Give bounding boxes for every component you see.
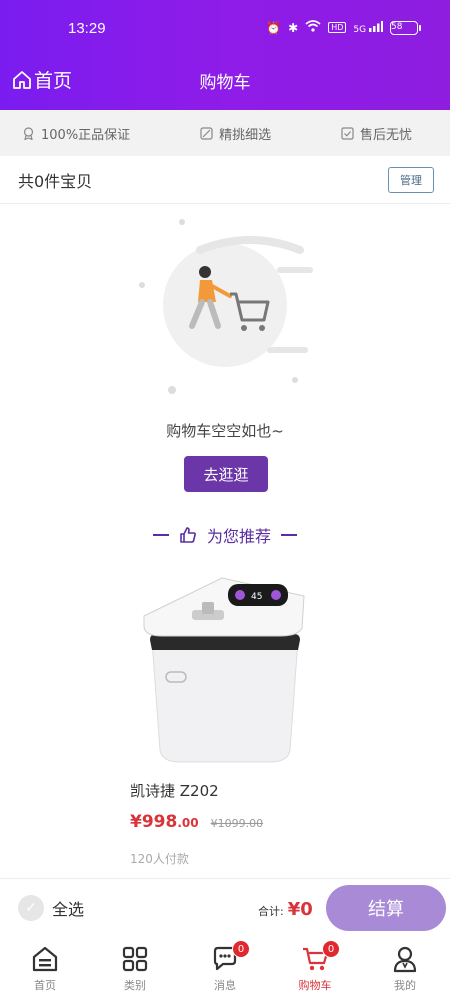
guarantee-aftersales: 售后无忧 xyxy=(341,124,412,143)
cart-count: 共0件宝贝 xyxy=(18,171,93,191)
header: 13:29 ⏰ ✱ HD 5G 58 首页 购物车 xyxy=(0,0,450,110)
price-decimal: .00 xyxy=(177,816,199,830)
tab-home[interactable]: 首页 xyxy=(0,944,90,993)
status-icons: ⏰ ✱ HD 5G 58 xyxy=(266,20,421,35)
price-currency: ¥ xyxy=(130,812,142,832)
home-icon xyxy=(30,944,60,974)
product-name[interactable]: 凯诗捷 Z202 xyxy=(130,780,219,801)
guarantee-selected: 精挑细选 xyxy=(200,124,271,143)
product-price: ¥998.00 xyxy=(130,812,199,832)
network-label: 5G xyxy=(353,24,367,35)
alarm-icon: ⏰ xyxy=(266,20,282,35)
tab-category[interactable]: 类别 xyxy=(90,944,180,993)
scissors-icon xyxy=(200,126,213,140)
total-value: ¥0 xyxy=(287,899,313,920)
svg-text:45: 45 xyxy=(251,592,262,602)
guarantee-label: 精挑细选 xyxy=(219,127,272,143)
check-circle-icon[interactable]: ✓ xyxy=(18,895,44,921)
total-summary: 合计: ¥0 xyxy=(258,899,313,920)
tab-profile[interactable]: 我的 xyxy=(360,944,450,993)
divider xyxy=(281,534,297,536)
product-price-row: ¥998.00 ¥1099.00 xyxy=(130,812,263,832)
status-bar: 13:29 ⏰ ✱ HD 5G 58 xyxy=(0,0,450,60)
guarantee-label: 100%正品保证 xyxy=(41,127,131,143)
badge-icon xyxy=(23,126,34,140)
cart-count-bar: 共0件宝贝 管理 xyxy=(0,156,450,204)
select-all-toggle[interactable]: ✓ 全选 xyxy=(18,895,84,921)
total-label: 合计: xyxy=(258,905,284,918)
tab-label: 我的 xyxy=(394,979,416,992)
divider xyxy=(152,534,169,536)
tab-label: 购物车 xyxy=(298,979,332,992)
price-integer: 998 xyxy=(141,812,178,832)
battery-level: 58 xyxy=(391,21,403,32)
tab-label: 类别 xyxy=(124,979,146,992)
grid-icon xyxy=(120,944,150,974)
bluetooth-icon: ✱ xyxy=(288,20,299,35)
guarantee-label: 售后无忧 xyxy=(359,127,412,143)
recommend-header: 为您推荐 xyxy=(0,522,450,548)
tab-cart[interactable]: 0 购物车 xyxy=(270,940,360,993)
go-shopping-button[interactable]: 去逛逛 xyxy=(184,456,268,492)
product-original-price: ¥1099.00 xyxy=(210,817,264,830)
wifi-icon xyxy=(305,20,321,35)
thumbs-up-icon xyxy=(180,527,196,543)
signal-icon: 5G xyxy=(353,20,383,35)
status-time: 13:29 xyxy=(68,20,106,37)
empty-cart-message: 购物车空空如也~ xyxy=(166,422,284,440)
tab-messages[interactable]: 0 消息 xyxy=(180,940,270,993)
tab-label: 消息 xyxy=(214,979,236,992)
hd-icon: HD xyxy=(328,22,347,33)
cart-badge: 0 xyxy=(322,940,340,958)
guarantee-authentic: 100%正品保证 xyxy=(22,124,130,143)
select-all-label: 全选 xyxy=(52,900,85,919)
battery-icon: 58 xyxy=(390,20,421,35)
checkout-bar: ✓ 全选 合计: ¥0 结算 xyxy=(0,878,450,938)
manage-button[interactable]: 管理 xyxy=(388,166,434,193)
message-badge: 0 xyxy=(232,940,250,958)
recommend-title: 为您推荐 xyxy=(206,527,271,546)
user-icon xyxy=(390,944,420,974)
guarantee-bar: 100%正品保证 精挑细选 售后无忧 xyxy=(0,110,450,156)
page-title: 购物车 xyxy=(199,73,251,93)
checkout-button[interactable]: 结算 xyxy=(326,885,446,931)
check-square-icon xyxy=(341,126,354,140)
tab-label: 首页 xyxy=(34,979,56,992)
empty-cart-illustration xyxy=(139,219,313,394)
bottom-tab-bar: 首页 类别 0 消息 0 购物车 我的 xyxy=(0,938,450,1000)
product-buyers: 120人付款 xyxy=(130,852,189,866)
product-image[interactable]: 45 xyxy=(130,570,320,770)
